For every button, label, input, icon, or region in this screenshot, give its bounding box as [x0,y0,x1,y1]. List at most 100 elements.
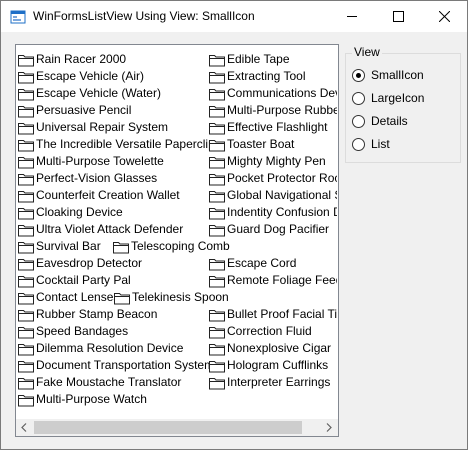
list-item[interactable]: Dilemma Resolution Device [18,340,183,357]
list-item[interactable]: Cocktail Party Pal [18,272,131,289]
listview-row: Global Navigational System [209,187,337,204]
list-item[interactable]: Ultra Violet Attack Defender [18,221,183,238]
folder-icon [18,258,34,270]
folder-icon [18,394,34,406]
maximize-button[interactable] [375,1,421,32]
folder-icon [209,88,225,100]
list-item[interactable]: Perfect-Vision Glasses [18,170,157,187]
folder-icon [209,156,225,168]
list-item[interactable]: Communications Device [209,85,337,102]
list-item[interactable]: Contact Lenses [18,289,119,306]
list-item[interactable]: Extracting Tool [209,68,306,85]
radio-indicator[interactable] [352,68,365,82]
list-item[interactable]: Escape Vehicle (Water) [18,85,161,102]
folder-icon [18,71,34,83]
list-item-label: Escape Cord [227,256,297,270]
radio-largeicon[interactable]: LargeIcon [352,90,424,106]
list-item[interactable]: Survival Bar [18,238,101,255]
folder-icon [18,275,34,287]
list-item[interactable]: Guard Dog Pacifier [209,221,329,238]
items-listview[interactable]: Rain Racer 2000 Escape Vehicle (Air) Escap… [15,44,339,437]
list-item[interactable]: Fake Moustache Translator [18,374,181,391]
list-item[interactable]: Bullet Proof Facial Tissue [209,306,337,323]
radio-indicator[interactable] [352,114,365,128]
folder-icon [209,122,225,134]
close-button[interactable] [421,1,467,32]
list-item[interactable]: Indentity Confusion Device [209,204,337,221]
list-item[interactable]: Escape Cord [209,255,296,272]
radio-smallicon[interactable]: SmallIcon [352,67,424,83]
list-item[interactable]: Toaster Boat [209,136,294,153]
list-item[interactable]: The Incredible Versatile Paperclip [18,136,215,153]
list-item[interactable]: Edible Tape [209,51,290,68]
scroll-right-button[interactable] [321,419,338,436]
scroll-thumb[interactable] [34,421,302,434]
list-item[interactable]: Remote Foliage Feeder [209,272,337,289]
radio-indicator[interactable] [352,137,365,151]
title-bar[interactable]: WinFormsListView Using View: SmallIcon [1,1,467,32]
folder-icon [18,377,34,389]
listview-row: Correction Fluid [209,323,337,340]
list-item[interactable]: Hologram Cufflinks [209,357,328,374]
horizontal-scrollbar[interactable] [16,419,338,436]
list-item[interactable]: Escape Vehicle (Air) [18,68,144,85]
list-item[interactable]: Speed Bandages [18,323,128,340]
folder-icon [209,258,225,270]
folder-icon [18,122,34,134]
list-item-label: Document Transportation System [36,358,215,372]
listview-row: Counterfeit Creation Wallet [18,187,208,204]
listview-row: Cloaking Device [18,204,208,221]
radio-list[interactable]: List [352,136,390,152]
list-item[interactable]: Interpreter Earrings [209,374,330,391]
folder-icon [18,105,34,117]
list-item[interactable]: Multi-Purpose Watch [18,391,147,408]
list-item-label: Nonexplosive Cigar [227,341,332,355]
list-item[interactable]: Pocket Protector Rocket Pack [209,170,337,187]
list-item-label: Multi-Purpose Rubber Band [227,103,337,117]
folder-icon [18,343,34,355]
minimize-button[interactable] [329,1,375,32]
list-item[interactable]: Eavesdrop Detector [18,255,142,272]
list-item-label: Pocket Protector Rocket Pack [227,171,337,185]
folder-icon [18,360,34,372]
list-item[interactable]: Cloaking Device [18,204,123,221]
list-item[interactable]: Correction Fluid [209,323,312,340]
folder-icon [209,360,225,372]
list-item-label: Correction Fluid [227,324,312,338]
list-item[interactable]: Multi-Purpose Towelette [18,153,164,170]
listview-row: Escape Cord [209,255,337,272]
listview-column-2: Edible Tape Extracting Tool Communications… [209,51,337,391]
listview-row: Rain Racer 2000 [18,51,208,68]
list-item[interactable]: Mighty Mighty Pen [209,153,326,170]
list-item[interactable]: Document Transportation System [18,357,214,374]
maximize-icon [393,11,404,22]
radio-details[interactable]: Details [352,113,408,129]
list-item[interactable]: Global Navigational System [209,187,337,204]
list-item-label: Edible Tape [227,52,290,66]
folder-icon [209,377,225,389]
scroll-left-button[interactable] [16,419,33,436]
list-item[interactable]: Universal Repair System [18,119,168,136]
listview-row: Cocktail Party Pal [18,272,208,289]
listview-row: Mighty Mighty Pen [209,153,337,170]
list-item[interactable]: Persuasive Pencil [18,102,131,119]
listview-row: Multi-Purpose Watch [18,391,208,408]
list-item[interactable]: Effective Flashlight [209,119,328,136]
list-item-label: Extracting Tool [227,69,306,83]
list-item[interactable]: Counterfeit Creation Wallet [18,187,180,204]
folder-icon [18,88,34,100]
list-item[interactable]: Multi-Purpose Rubber Band [209,102,337,119]
listview-row: Effective Flashlight [209,119,337,136]
list-item-label: Toaster Boat [227,137,295,151]
list-item-label: Ultra Violet Attack Defender [36,222,184,236]
listview-row: Multi-Purpose Rubber Band [209,102,337,119]
list-item-label: Indentity Confusion Device [227,205,337,219]
list-item[interactable]: Nonexplosive Cigar [209,340,331,357]
list-item-label: Hologram Cufflinks [227,358,329,372]
listview-row: Perfect-Vision Glasses [18,170,208,187]
radio-indicator[interactable] [352,91,365,105]
list-item[interactable]: Rubber Stamp Beacon [18,306,157,323]
list-item[interactable]: Rain Racer 2000 [18,51,126,68]
listview-row: Communications Device [209,85,337,102]
list-item-label: Escape Vehicle (Air) [36,69,145,83]
